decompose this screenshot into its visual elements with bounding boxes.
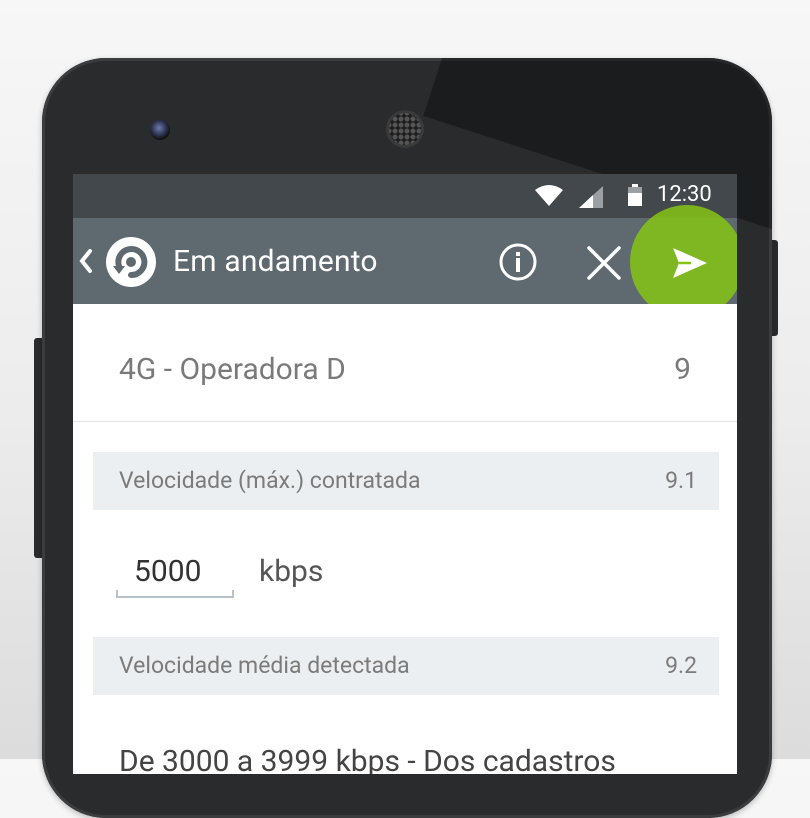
front-camera [150, 120, 170, 140]
proximity-sensor [630, 122, 642, 134]
section-header-contracted-speed: Velocidade (máx.) contratada 9.1 [93, 452, 719, 510]
operator-label: 4G - Operadora D [119, 352, 346, 387]
speed-unit-label: kbps [259, 554, 324, 589]
wifi-icon [535, 185, 563, 206]
phone-screen: 12:30 Em andamento 4G - Operadora D 9 Ve… [73, 174, 737, 774]
speed-input[interactable]: 5000 [116, 550, 234, 598]
section-number: 9.1 [665, 467, 697, 494]
section-label: Velocidade média detectada [119, 652, 410, 679]
speed-input-value[interactable]: 5000 [134, 554, 201, 589]
send-icon[interactable] [673, 248, 707, 278]
info-icon[interactable] [498, 242, 538, 282]
page-title: Em andamento [173, 244, 378, 279]
battery-icon [628, 184, 642, 206]
close-icon[interactable] [585, 244, 623, 282]
chevron-left-icon[interactable] [79, 248, 93, 274]
app-bar: Em andamento [73, 205, 737, 319]
status-time: 12:30 [657, 182, 712, 207]
list-item-operator[interactable]: 4G - Operadora D 9 [73, 304, 737, 422]
app-logo-icon[interactable] [105, 236, 157, 288]
earpiece-speaker [386, 110, 424, 148]
list-item-speed-option[interactable]: De 3000 a 3999 kbps - Dos cadastros [119, 744, 616, 774]
light-sensor [654, 122, 666, 134]
operator-number: 9 [674, 352, 691, 387]
section-label: Velocidade (máx.) contratada [119, 467, 421, 494]
status-bar: 12:30 [73, 174, 737, 218]
section-header-detected-speed: Velocidade média detectada 9.2 [93, 637, 719, 695]
section-number: 9.2 [665, 652, 697, 679]
cell-signal-icon [579, 186, 603, 208]
